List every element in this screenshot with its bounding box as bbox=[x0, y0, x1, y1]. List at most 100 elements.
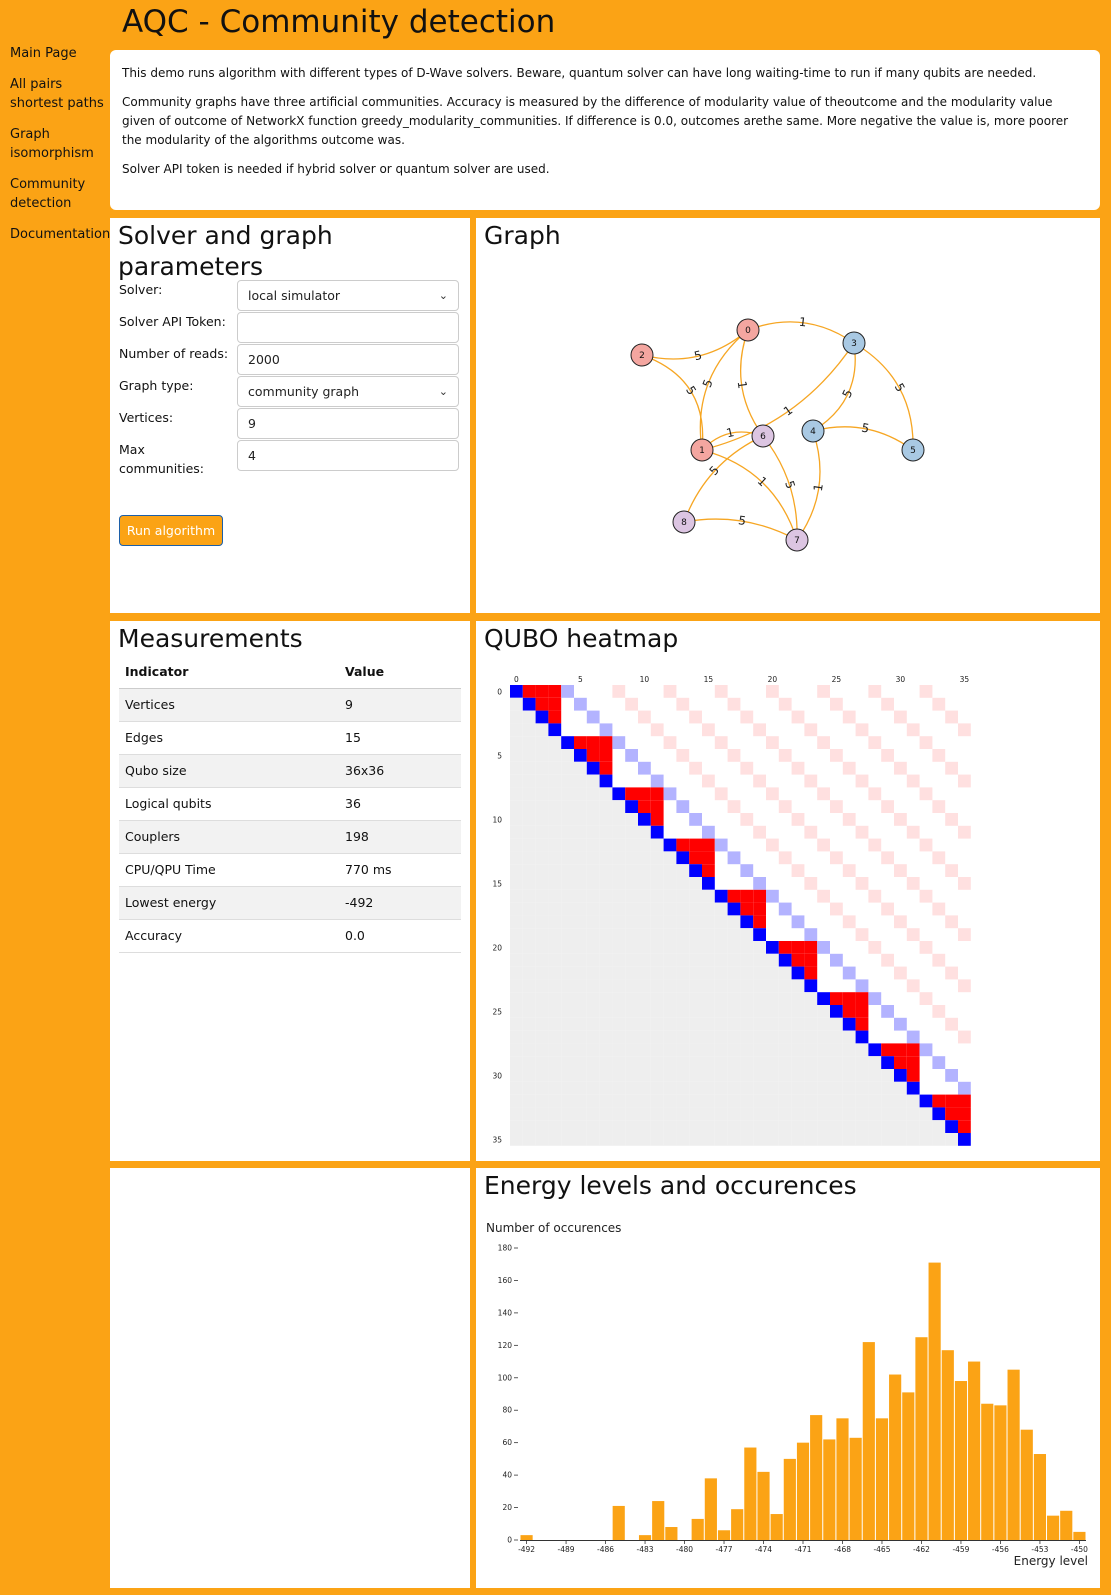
heatmap-cell bbox=[638, 1069, 651, 1082]
graph-edge bbox=[701, 342, 855, 451]
heatmap-cell bbox=[842, 1056, 856, 1069]
histogram-bar bbox=[612, 1505, 625, 1540]
heatmap-cell bbox=[804, 825, 818, 839]
heatmap-cell bbox=[727, 697, 741, 711]
heatmap-cell bbox=[638, 710, 651, 724]
heatmap-cell bbox=[753, 1081, 766, 1095]
heatmap-cell bbox=[842, 915, 856, 929]
heatmap-cell bbox=[676, 1081, 690, 1095]
heatmap-cell bbox=[535, 1005, 549, 1018]
heatmap-cell bbox=[625, 825, 638, 839]
heatmap-cell bbox=[689, 1107, 702, 1121]
heatmap-cell bbox=[535, 966, 549, 980]
histogram-bar bbox=[902, 1392, 915, 1540]
heatmap-cell bbox=[702, 928, 715, 941]
heatmap-cell bbox=[932, 1056, 946, 1069]
heatmap-cell bbox=[702, 864, 715, 877]
heatmap-cell bbox=[522, 877, 536, 890]
heatmap-cell bbox=[510, 723, 523, 737]
heatmap-cell bbox=[676, 851, 690, 865]
table-row: CPU/QPU Time 770 ms bbox=[119, 853, 461, 887]
heatmap-cell bbox=[574, 1107, 587, 1121]
heatmap-cell bbox=[958, 723, 971, 737]
heatmap-cell bbox=[868, 1094, 882, 1108]
heatmap-cell bbox=[714, 838, 728, 852]
heatmap-cell bbox=[638, 1107, 651, 1121]
heatmap-cell bbox=[778, 1056, 792, 1069]
heatmap-cell bbox=[625, 1043, 638, 1057]
heatmap-cell bbox=[740, 966, 754, 980]
vertices-input[interactable]: 9 bbox=[237, 408, 459, 439]
heatmap-cell bbox=[804, 1030, 818, 1044]
heatmap-cell bbox=[561, 953, 574, 967]
heatmap-cell bbox=[535, 979, 549, 993]
heatmap-cell bbox=[574, 736, 587, 749]
heatmap-cell bbox=[676, 800, 690, 813]
heatmap-cell bbox=[689, 710, 702, 724]
heatmap-cell bbox=[766, 889, 779, 903]
heatmap-cell bbox=[894, 1107, 907, 1121]
y-axis: 0 20 40 60 80 100 120 140 160 180 bbox=[498, 1244, 518, 1545]
run-algorithm-button[interactable]: Run algorithm bbox=[119, 515, 223, 546]
heatmap-cell bbox=[714, 1120, 728, 1133]
graph-type-select[interactable]: community graph ⌄ bbox=[237, 376, 459, 407]
heatmap-cell bbox=[830, 1056, 843, 1069]
solver-select[interactable]: local simulator ⌄ bbox=[237, 280, 459, 311]
heatmap-cell bbox=[535, 928, 549, 941]
heatmap-cell bbox=[906, 1120, 920, 1133]
heatmap-cell bbox=[638, 851, 651, 865]
heatmap-cell bbox=[638, 1094, 651, 1108]
heatmap-cell bbox=[625, 979, 638, 993]
heatmap-cell bbox=[830, 697, 843, 711]
max-communities-input[interactable]: 4 bbox=[237, 440, 459, 471]
heatmap-cell bbox=[574, 889, 587, 903]
heatmap-cell bbox=[894, 1043, 907, 1057]
heatmap-cell bbox=[766, 1081, 779, 1095]
indicator-cell: Qubo size bbox=[119, 754, 339, 788]
token-input[interactable] bbox=[237, 312, 459, 343]
heatmap-cell bbox=[574, 1056, 587, 1069]
heatmap-cell bbox=[548, 902, 562, 916]
heatmap-cell bbox=[510, 979, 523, 993]
heatmap-cell bbox=[638, 1120, 651, 1133]
nav-main-page[interactable]: Main Page bbox=[10, 44, 106, 63]
heatmap-cell bbox=[906, 1043, 920, 1057]
heatmap-x-tick-label: 30 bbox=[896, 675, 906, 684]
heatmap-cell bbox=[548, 953, 562, 967]
heatmap-cell bbox=[804, 1107, 818, 1121]
heatmap-cell bbox=[753, 953, 766, 967]
heatmap-cell bbox=[535, 915, 549, 929]
heatmap-cell bbox=[612, 992, 626, 1005]
x-tick-label: -453 bbox=[1031, 1545, 1048, 1554]
heatmap-cell bbox=[868, 838, 882, 852]
nav-community-detection[interactable]: Community detection bbox=[10, 175, 106, 213]
nav-all-pairs-shortest-paths[interactable]: All pairs shortest paths bbox=[10, 75, 106, 113]
heatmap-cell bbox=[817, 1030, 830, 1044]
heatmap-cell bbox=[702, 1043, 715, 1057]
heatmap-cell bbox=[727, 928, 741, 941]
heatmap-cell bbox=[535, 1030, 549, 1044]
heatmap-cell bbox=[689, 966, 702, 980]
page-title: AQC - Community detection bbox=[122, 4, 556, 40]
heatmap-cell bbox=[689, 979, 702, 993]
nav-documentation[interactable]: Documentation bbox=[10, 225, 110, 244]
heatmap-cell bbox=[612, 979, 626, 993]
heatmap-cell bbox=[510, 800, 523, 813]
nav-graph-isomorphism[interactable]: Graph isomorphism bbox=[10, 125, 106, 163]
heatmap-cell bbox=[842, 1043, 856, 1057]
reads-input[interactable]: 2000 bbox=[237, 344, 459, 375]
heatmap-cell bbox=[561, 813, 574, 826]
heatmap-cell bbox=[561, 825, 574, 839]
graph-node-label: 0 bbox=[745, 326, 751, 336]
heatmap-cell bbox=[727, 1094, 741, 1108]
heatmap-cell bbox=[945, 966, 958, 980]
histogram-bar bbox=[1073, 1531, 1086, 1540]
heatmap-cell bbox=[766, 966, 779, 980]
heatmap-cell bbox=[791, 1043, 805, 1057]
heatmap-cell bbox=[676, 941, 690, 954]
max-communities-label: Max communities: bbox=[119, 442, 204, 476]
heatmap-cell bbox=[702, 1133, 715, 1146]
heatmap-cell bbox=[778, 1133, 792, 1146]
heatmap-cell bbox=[586, 1133, 600, 1146]
heatmap-cell bbox=[881, 1107, 894, 1121]
